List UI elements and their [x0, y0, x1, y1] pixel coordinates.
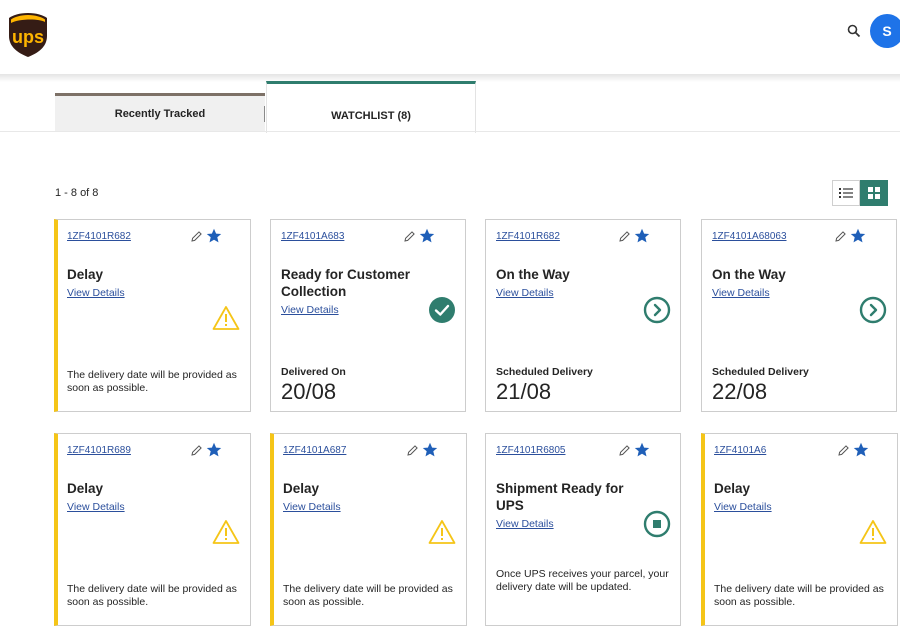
logo-text: ups: [12, 27, 44, 47]
shipment-status: Delay: [67, 481, 104, 496]
edit-icon[interactable]: [403, 230, 416, 243]
date-value: 22/08: [712, 379, 768, 404]
tracking-number-link[interactable]: 1ZF4101R689: [67, 445, 185, 456]
view-details-link[interactable]: View Details: [714, 501, 772, 513]
view-details-link[interactable]: View Details: [67, 287, 125, 299]
warning-icon: [859, 519, 887, 545]
star-icon[interactable]: [206, 442, 222, 458]
tab-watchlist[interactable]: WATCHLIST (8): [266, 81, 476, 133]
star-icon[interactable]: [853, 442, 869, 458]
shipment-card[interactable]: 1ZF4101R682 Delay View Details The delivery…: [54, 219, 251, 412]
check-circle-icon: [428, 296, 456, 324]
tab-recently-tracked[interactable]: Recently Tracked: [55, 93, 265, 132]
warning-icon: [212, 519, 240, 545]
shipment-status: Delay: [283, 481, 320, 496]
delivery-note: The delivery date will be provided as so…: [714, 583, 884, 608]
date-label: Scheduled Delivery: [496, 366, 593, 378]
shipment-card[interactable]: 1ZF4101R689 Delay View Details The delivery…: [54, 433, 251, 626]
view-details-link[interactable]: View Details: [712, 287, 770, 299]
delivery-note: The delivery date will be provided as so…: [67, 583, 237, 608]
edit-icon[interactable]: [618, 230, 631, 243]
star-icon[interactable]: [422, 442, 438, 458]
shipment-status: Ready for Customer Collection: [281, 267, 411, 299]
search-icon[interactable]: [847, 24, 861, 38]
results-count: 1 - 8 of 8: [55, 187, 99, 199]
grid-view-button[interactable]: [860, 180, 888, 206]
shipment-card[interactable]: 1ZF4101R6805 Shipment Ready for UPS View D…: [485, 433, 681, 626]
shipment-status: On the Way: [712, 267, 786, 282]
view-details-link[interactable]: View Details: [283, 501, 341, 513]
edit-icon[interactable]: [406, 444, 419, 457]
date-value: 21/08: [496, 379, 552, 404]
view-details-link[interactable]: View Details: [67, 501, 125, 513]
tracking-number-link[interactable]: 1ZF4101R6805: [496, 445, 614, 456]
shipment-card[interactable]: 1ZF4101A683 Ready for Customer Collection…: [270, 219, 466, 412]
delivery-note: The delivery date will be provided as so…: [283, 583, 453, 608]
shipment-card[interactable]: 1ZF4101A6 Delay View Details The delivery d…: [701, 433, 898, 626]
view-details-link[interactable]: View Details: [281, 304, 339, 316]
edit-icon[interactable]: [837, 444, 850, 457]
star-icon[interactable]: [634, 442, 650, 458]
tracking-number-link[interactable]: 1ZF4101A687: [283, 445, 401, 456]
shipment-status: Delay: [67, 267, 104, 282]
shipment-card[interactable]: 1ZF4101R682 On the Way View Details Schedul…: [485, 219, 681, 412]
date-value: 20/08: [281, 379, 337, 404]
view-details-link[interactable]: View Details: [496, 287, 554, 299]
shipment-card[interactable]: 1ZF4101A68063 On the Way View Details Sched…: [701, 219, 897, 412]
user-avatar[interactable]: S: [870, 14, 900, 48]
arrow-circle-icon: [859, 296, 887, 324]
edit-icon[interactable]: [834, 230, 847, 243]
ups-logo[interactable]: ups: [8, 12, 48, 58]
shipment-card[interactable]: 1ZF4101A687 Delay View Details The delivery…: [270, 433, 467, 626]
tracking-number-link[interactable]: 1ZF4101R682: [67, 231, 185, 242]
warning-icon: [428, 519, 456, 545]
top-header: ups S: [0, 0, 900, 74]
tracking-number-link[interactable]: 1ZF4101R682: [496, 231, 614, 242]
shipment-status: Delay: [714, 481, 751, 496]
star-icon[interactable]: [634, 228, 650, 244]
tabs-divider: [0, 131, 900, 132]
tracking-number-link[interactable]: 1ZF4101A68063: [712, 231, 830, 242]
view-toggle: [832, 180, 888, 206]
edit-icon[interactable]: [190, 230, 203, 243]
star-icon[interactable]: [206, 228, 222, 244]
date-label: Delivered On: [281, 366, 346, 378]
edit-icon[interactable]: [618, 444, 631, 457]
star-icon[interactable]: [419, 228, 435, 244]
edit-icon[interactable]: [190, 444, 203, 457]
arrow-circle-icon: [643, 296, 671, 324]
delivery-note: Once UPS receives your parcel, your deli…: [496, 568, 669, 593]
list-icon: [839, 188, 853, 198]
view-details-link[interactable]: View Details: [496, 518, 554, 530]
list-view-button[interactable]: [832, 180, 860, 206]
warning-icon: [212, 305, 240, 331]
shipment-status: On the Way: [496, 267, 570, 282]
star-icon[interactable]: [850, 228, 866, 244]
tracking-number-link[interactable]: 1ZF4101A683: [281, 231, 399, 242]
date-label: Scheduled Delivery: [712, 366, 809, 378]
grid-icon: [868, 187, 880, 199]
shipment-status: Shipment Ready for UPS: [496, 481, 624, 513]
delivery-note: The delivery date will be provided as so…: [67, 369, 237, 394]
tracking-number-link[interactable]: 1ZF4101A6: [714, 445, 832, 456]
stop-circle-icon: [643, 510, 671, 538]
